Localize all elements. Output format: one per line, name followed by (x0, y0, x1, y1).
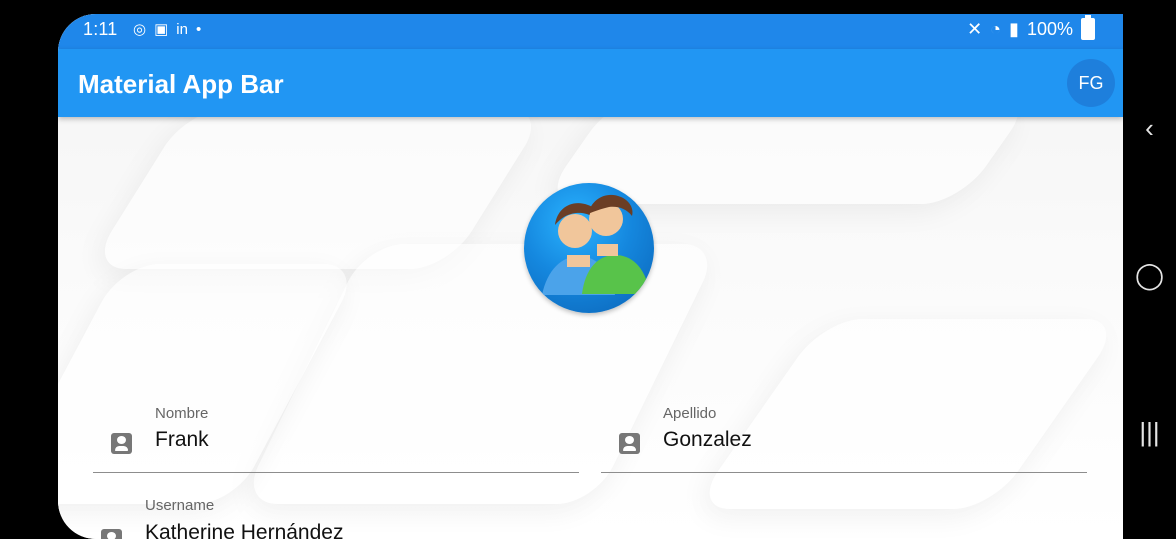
app-title: Material App Bar (78, 69, 284, 99)
image-icon: ▣ (154, 21, 169, 38)
username-label: Username (145, 497, 215, 514)
apellido-value: Gonzalez (663, 428, 752, 451)
home-icon[interactable]: ◯ (1123, 260, 1176, 291)
battery-text: 100% (1026, 18, 1073, 39)
username-field[interactable]: Username Katherine Hernández (93, 497, 579, 539)
contact-icon (101, 529, 122, 539)
profile-avatar-button[interactable]: FG (1067, 59, 1115, 107)
contact-icon (111, 433, 132, 454)
apellido-field[interactable]: Apellido Gonzalez (601, 405, 1087, 473)
profile-avatar-initials: FG (1078, 72, 1104, 93)
battery-icon (1081, 15, 1095, 40)
users-icon (524, 183, 654, 313)
status-time: 1:11 (83, 19, 118, 39)
app-bar: Material App Bar FG (58, 49, 1123, 117)
status-right: ✕ ◔ ▮ 100% (967, 15, 1095, 40)
status-bar: 1:11 ◎ ▣ in • ✕ ◔ ▮ 100% (58, 14, 1123, 49)
back-icon[interactable]: ‹ (1123, 113, 1176, 144)
phone-screen: 1:11 ◎ ▣ in • ✕ ◔ ▮ 100% Material App Ba… (58, 14, 1123, 539)
mute-icon: ✕ (967, 18, 983, 39)
apellido-underline (601, 472, 1087, 473)
android-navigation-bar: ‹ ◯ ||| (1123, 0, 1176, 539)
contact-icon (619, 433, 640, 454)
nombre-field[interactable]: Nombre Frank (93, 405, 579, 473)
signal-icon: ▮ (1009, 18, 1019, 39)
dot-icon: • (195, 20, 202, 38)
whatsapp-icon: ◎ (133, 21, 147, 38)
recent-apps-icon[interactable]: ||| (1123, 417, 1176, 448)
nombre-underline (93, 472, 579, 473)
wifi-icon: ◔ (990, 18, 1002, 39)
username-value: Katherine Hernández (145, 521, 344, 539)
nombre-label: Nombre (155, 405, 209, 422)
linkedin-icon: in (176, 20, 188, 38)
nombre-value: Frank (155, 428, 209, 451)
status-left-icons: ◎ ▣ in • (133, 20, 202, 39)
apellido-label: Apellido (663, 405, 717, 422)
